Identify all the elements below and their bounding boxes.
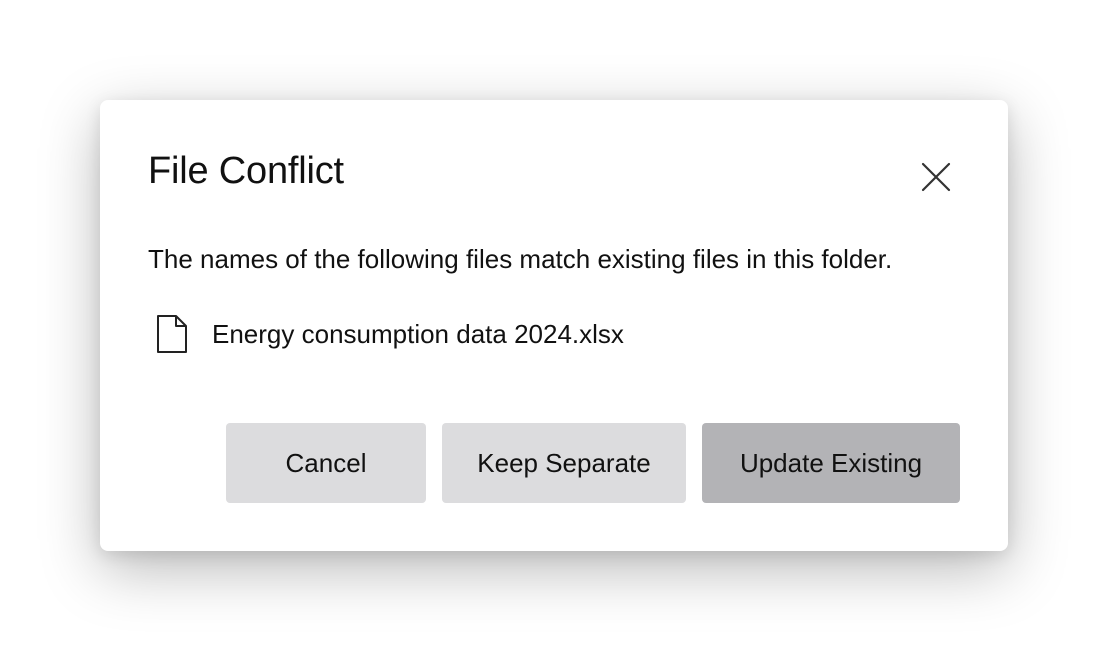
file-icon — [148, 312, 196, 356]
conflicting-file-item: Energy consumption data 2024.xlsx — [148, 312, 624, 356]
update-existing-button[interactable]: Update Existing — [702, 423, 960, 503]
cancel-button[interactable]: Cancel — [226, 423, 426, 503]
close-button[interactable] — [912, 152, 960, 196]
conflict-message: The names of the following files match e… — [148, 244, 893, 274]
file-conflict-dialog: File Conflict The names of the following… — [100, 100, 1008, 551]
dialog-title: File Conflict — [148, 150, 344, 192]
keep-separate-button[interactable]: Keep Separate — [442, 423, 686, 503]
page-backdrop: File Conflict The names of the following… — [0, 0, 1108, 651]
close-icon — [921, 162, 951, 192]
file-name: Energy consumption data 2024.xlsx — [212, 319, 624, 349]
